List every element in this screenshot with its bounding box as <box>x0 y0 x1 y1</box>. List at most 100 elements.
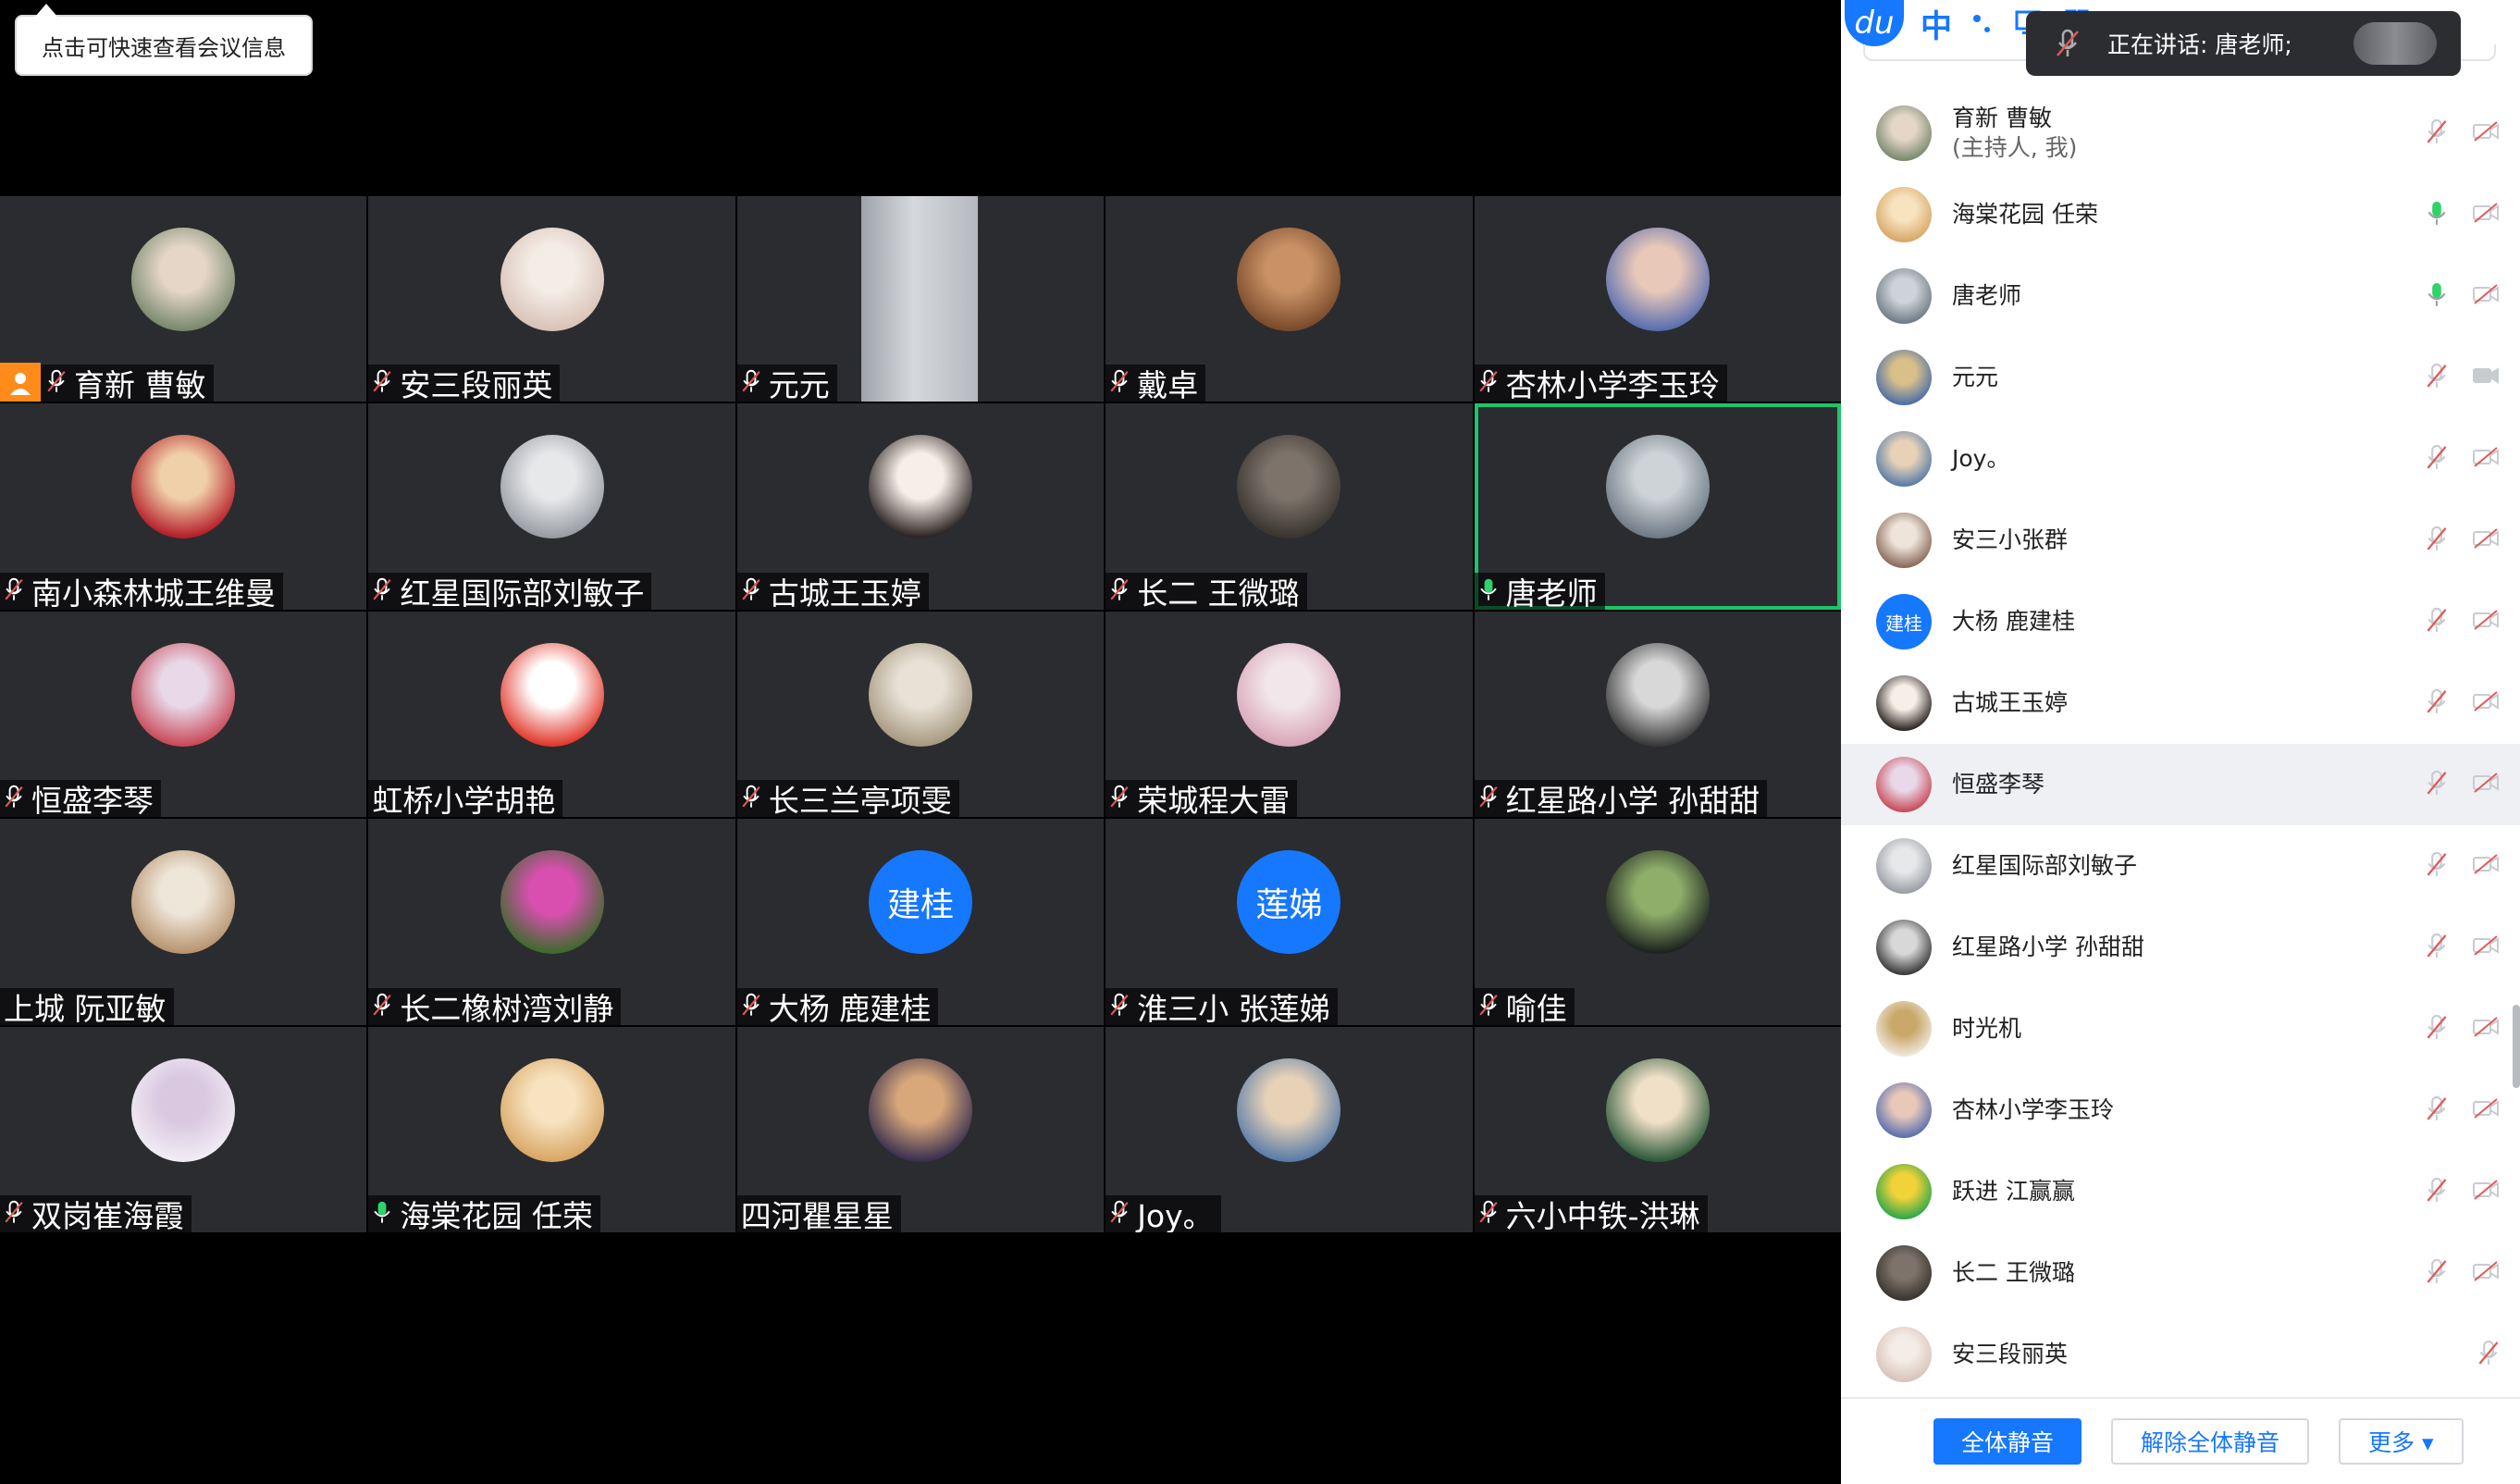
mic-muted-icon <box>373 577 391 600</box>
participant-row[interactable]: 海棠花园 任荣 <box>1841 174 2520 255</box>
camera-toggle[interactable] <box>2472 365 2500 390</box>
video-tile[interactable]: 六小中铁-洪琳 <box>1474 1026 1841 1232</box>
mic-toggle[interactable] <box>2426 200 2448 230</box>
ime-lang[interactable]: 中 <box>1921 1 1952 46</box>
camera-off-icon[interactable] <box>2472 772 2500 794</box>
camera-toggle[interactable] <box>2472 1016 2500 1042</box>
video-tile[interactable]: 双岗崔海霞 <box>0 1026 367 1232</box>
mic-toggle[interactable] <box>2426 444 2448 475</box>
camera-off-icon[interactable] <box>2472 853 2500 875</box>
mic-toggle[interactable] <box>2477 1340 2500 1370</box>
video-tile[interactable]: Joy。 <box>1106 1026 1473 1232</box>
video-tile[interactable]: 红星路小学 孙甜甜 <box>1474 611 1841 818</box>
participant-row[interactable]: 安三小张群 <box>1841 500 2520 581</box>
camera-toggle[interactable] <box>2472 527 2500 553</box>
video-tile[interactable]: 莲娣 淮三小 张莲娣 <box>1106 819 1473 1025</box>
more-button[interactable]: 更多 ▾ <box>2339 1418 2464 1465</box>
participant-name: 唐老师 <box>1505 575 1598 610</box>
camera-off-icon[interactable] <box>2472 1179 2500 1201</box>
video-tile[interactable]: 四河瞿星星 <box>736 1026 1105 1232</box>
camera-off-icon[interactable] <box>2472 690 2500 712</box>
mic-muted-icon <box>2427 607 2447 632</box>
video-tile[interactable]: 长三兰亭项雯 <box>736 611 1105 818</box>
camera-toggle[interactable] <box>2472 446 2500 472</box>
camera-off-icon[interactable] <box>2472 283 2500 305</box>
punctuation-icon[interactable] <box>1969 9 1996 37</box>
camera-off-icon[interactable] <box>2472 934 2500 957</box>
host-badge-icon <box>0 363 41 402</box>
video-tile[interactable]: 长二橡树湾刘静 <box>368 819 735 1025</box>
video-tile[interactable]: 杏林小学李玉玲 <box>1474 196 1841 402</box>
participant-name: 育新 曹敏 <box>74 367 206 402</box>
video-tile[interactable]: 唐老师 <box>1474 403 1841 610</box>
participant-row[interactable]: 杏林小学李玉玲 <box>1841 1070 2520 1151</box>
video-tile[interactable]: 上城 阮亚敏 <box>0 819 367 1025</box>
video-tile[interactable]: 虹桥小学胡艳 <box>368 611 735 818</box>
meeting-info-tooltip[interactable]: 点击可快速查看会议信息 <box>15 4 313 76</box>
video-tile[interactable]: 恒盛李琴 <box>0 611 367 818</box>
video-tile[interactable]: 戴卓 <box>1106 196 1473 402</box>
camera-on-icon[interactable] <box>2472 365 2500 387</box>
camera-toggle[interactable] <box>2472 1260 2500 1286</box>
mic-toggle[interactable] <box>2426 607 2448 637</box>
video-tile[interactable]: 红星国际部刘敏子 <box>368 403 735 610</box>
participant-row[interactable]: 古城王玉婷 <box>1841 662 2520 744</box>
camera-toggle[interactable] <box>2472 202 2500 228</box>
mic-toggle[interactable] <box>2426 363 2448 393</box>
mute-all-button[interactable]: 全体静音 <box>1933 1418 2081 1465</box>
camera-off-icon[interactable] <box>2472 609 2500 631</box>
mic-toggle[interactable] <box>2426 526 2448 556</box>
participant-row[interactable]: 跃进 江赢赢 <box>1841 1151 2520 1232</box>
mic-toggle[interactable] <box>2426 118 2448 149</box>
video-tile[interactable]: 安三段丽英 <box>368 196 735 402</box>
mic-toggle[interactable] <box>2426 770 2448 800</box>
camera-toggle[interactable] <box>2472 853 2500 879</box>
camera-toggle[interactable] <box>2472 772 2500 798</box>
video-tile[interactable]: 荣城程大雷 <box>1106 611 1473 818</box>
participant-row[interactable]: 建桂 大杨 鹿建桂 <box>1841 581 2520 662</box>
camera-toggle[interactable] <box>2472 1097 2500 1123</box>
camera-off-icon[interactable] <box>2472 120 2500 142</box>
video-tile[interactable]: 南小森林城王维曼 <box>0 403 367 610</box>
mic-toggle[interactable] <box>2426 1095 2448 1126</box>
unmute-all-button[interactable]: 解除全体静音 <box>2111 1418 2310 1465</box>
participant-row[interactable]: 安三段丽英 <box>1841 1314 2520 1395</box>
participant-row[interactable]: 恒盛李琴 <box>1841 744 2520 825</box>
camera-off-icon[interactable] <box>2472 446 2500 468</box>
camera-toggle[interactable] <box>2472 283 2500 309</box>
video-tile[interactable]: 古城王玉婷 <box>736 403 1105 610</box>
mic-toggle[interactable] <box>2426 1014 2448 1045</box>
camera-toggle[interactable] <box>2472 690 2500 716</box>
camera-off-icon[interactable] <box>2472 1097 2500 1119</box>
camera-off-icon[interactable] <box>2472 202 2500 224</box>
video-tile[interactable]: 长二 王微璐 <box>1106 403 1473 610</box>
video-tile[interactable]: 建桂 大杨 鹿建桂 <box>736 819 1105 1025</box>
camera-off-icon[interactable] <box>2472 527 2500 550</box>
mic-toggle[interactable] <box>2426 688 2448 719</box>
mic-toggle[interactable] <box>2426 933 2448 963</box>
participant-list-scrollbar[interactable] <box>2513 1005 2520 1088</box>
video-tile[interactable]: 元元 <box>736 196 1105 402</box>
participant-row[interactable]: 育新 曹敏 (主持人, 我) <box>1841 93 2520 174</box>
participant-row[interactable]: Joy。 <box>1841 418 2520 500</box>
camera-toggle[interactable] <box>2472 609 2500 635</box>
video-tile[interactable]: 喻佳 <box>1474 819 1841 1025</box>
participant-row[interactable]: 时光机 <box>1841 988 2520 1070</box>
participant-row[interactable]: 唐老师 <box>1841 255 2520 337</box>
participant-row[interactable]: 元元 <box>1841 337 2520 418</box>
camera-toggle[interactable] <box>2472 120 2500 146</box>
mic-toggle[interactable] <box>2426 281 2448 312</box>
camera-off-icon[interactable] <box>2472 1260 2500 1282</box>
ime-logo[interactable]: du <box>1845 0 1904 46</box>
video-tile[interactable]: 育新 曹敏 <box>0 196 367 402</box>
mic-toggle[interactable] <box>2426 1258 2448 1289</box>
participant-row[interactable]: 红星国际部刘敏子 <box>1841 825 2520 907</box>
video-tile[interactable]: 海棠花园 任荣 <box>368 1026 735 1232</box>
camera-off-icon[interactable] <box>2472 1016 2500 1038</box>
participant-row[interactable]: 红星路小学 孙甜甜 <box>1841 907 2520 988</box>
camera-toggle[interactable] <box>2472 1179 2500 1205</box>
camera-toggle[interactable] <box>2472 934 2500 960</box>
mic-toggle[interactable] <box>2426 1177 2448 1207</box>
participant-row[interactable]: 长二 王微璐 <box>1841 1232 2520 1314</box>
mic-toggle[interactable] <box>2426 851 2448 882</box>
